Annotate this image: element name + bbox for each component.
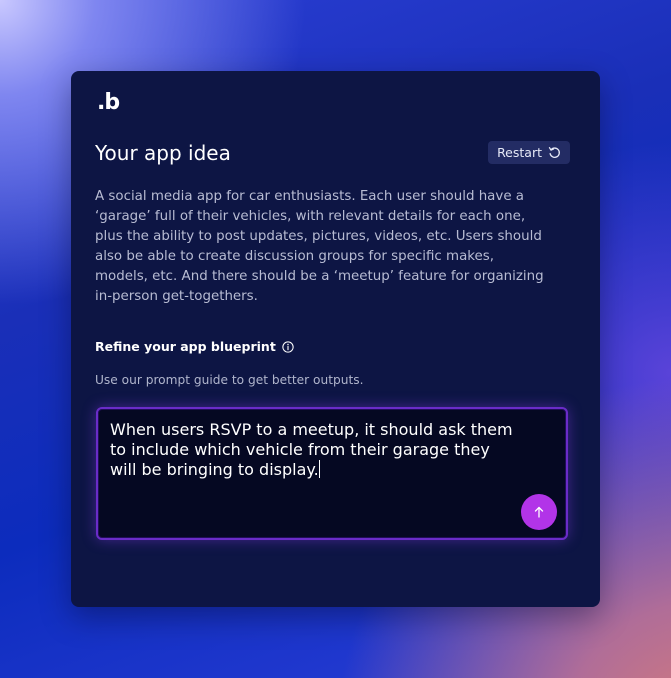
prompt-input-text[interactable]: When users RSVP to a meetup, it should a…	[110, 420, 520, 480]
restart-button[interactable]: Restart	[488, 141, 570, 164]
app-idea-description: A social media app for car enthusiasts. …	[95, 189, 544, 304]
brand-logo: .b	[97, 90, 120, 115]
restart-button-label: Restart	[497, 145, 542, 160]
text-caret	[318, 460, 320, 478]
page-title: Your app idea	[95, 141, 231, 165]
app-idea-card: .b Your app idea Restart A social media …	[71, 71, 600, 607]
prompt-guide-hint: Use our prompt guide to get better outpu…	[95, 373, 364, 387]
refine-prompt-input[interactable]: When users RSVP to a meetup, it should a…	[96, 407, 568, 540]
arrow-up-icon	[534, 506, 544, 518]
restart-icon	[548, 147, 560, 158]
refine-section-label: Refine your app blueprint	[95, 338, 294, 356]
refine-label-text: Refine your app blueprint	[95, 339, 276, 354]
info-icon[interactable]	[282, 341, 294, 353]
send-button[interactable]	[521, 494, 557, 530]
prompt-input-value: When users RSVP to a meetup, it should a…	[110, 420, 513, 479]
